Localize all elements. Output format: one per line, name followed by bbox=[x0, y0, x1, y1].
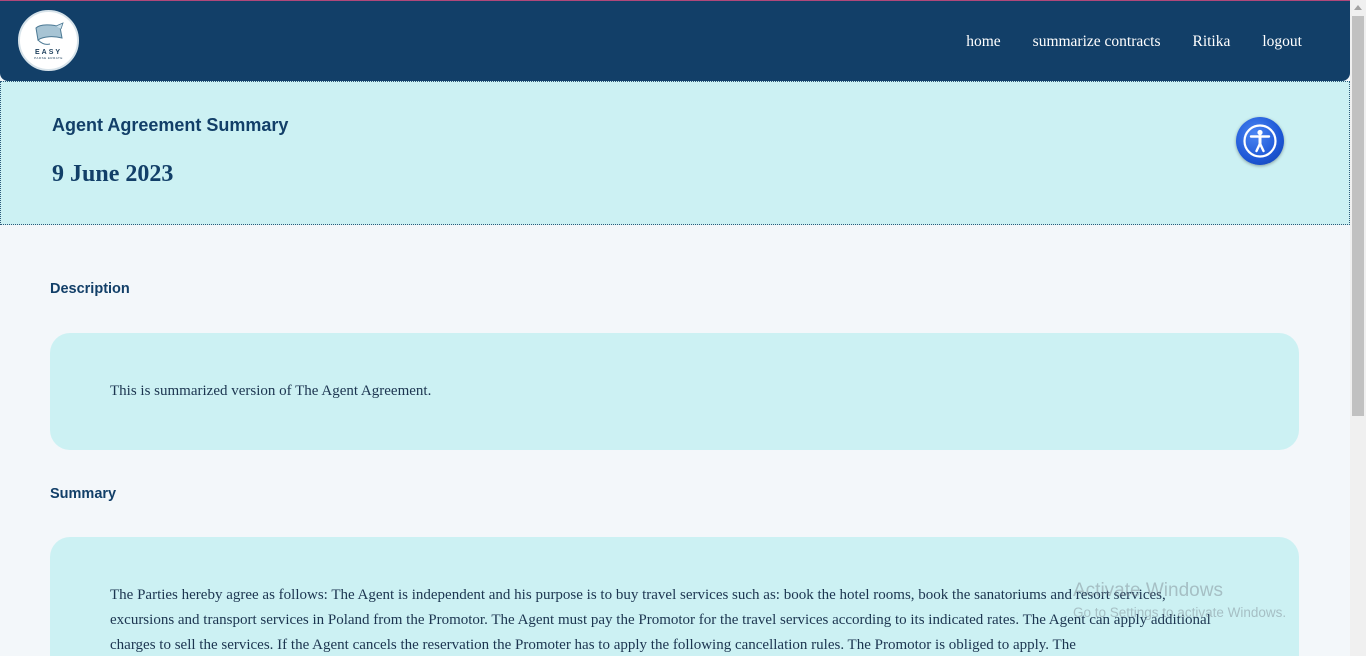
nav-home-link[interactable]: home bbox=[966, 33, 1000, 51]
vertical-scrollbar[interactable] bbox=[1350, 0, 1366, 656]
summary-date: 9 June 2023 bbox=[52, 161, 174, 187]
activate-windows-watermark: Activate Windows Go to Settings to activ… bbox=[1073, 580, 1286, 620]
logo[interactable]: EASY PARSE ERRATE bbox=[18, 10, 79, 71]
accessibility-button[interactable] bbox=[1236, 117, 1284, 165]
watermark-title: Activate Windows bbox=[1073, 580, 1223, 601]
scroll-logo-icon bbox=[34, 21, 64, 45]
top-navbar: EASY PARSE ERRATE home summarize contrac… bbox=[0, 0, 1350, 81]
description-card: This is summarized version of The Agent … bbox=[50, 333, 1299, 450]
scrollbar-thumb[interactable] bbox=[1352, 16, 1364, 416]
watermark-subtitle: Go to Settings to activate Windows. bbox=[1073, 605, 1287, 620]
scroll-up-arrow-icon[interactable] bbox=[1354, 5, 1362, 10]
page: EASY PARSE ERRATE home summarize contrac… bbox=[0, 0, 1350, 656]
nav-links: home summarize contracts Ritika logout bbox=[966, 33, 1302, 51]
nav-user-link[interactable]: Ritika bbox=[1192, 33, 1230, 51]
nav-logout-link[interactable]: logout bbox=[1262, 33, 1302, 51]
description-text: This is summarized version of The Agent … bbox=[110, 383, 432, 399]
accessibility-icon bbox=[1243, 124, 1277, 158]
logo-tagline: PARSE ERRATE bbox=[34, 55, 63, 60]
logo-brand-text: EASY bbox=[34, 48, 63, 56]
description-label: Description bbox=[50, 281, 130, 297]
summary-header: Agent Agreement Summary 9 June 2023 bbox=[0, 81, 1350, 225]
page-title: Agent Agreement Summary bbox=[52, 115, 289, 135]
nav-summarize-contracts-link[interactable]: summarize contracts bbox=[1033, 33, 1161, 51]
summary-text: The Parties hereby agree as follows: The… bbox=[110, 587, 1211, 653]
summary-label: Summary bbox=[50, 486, 117, 502]
